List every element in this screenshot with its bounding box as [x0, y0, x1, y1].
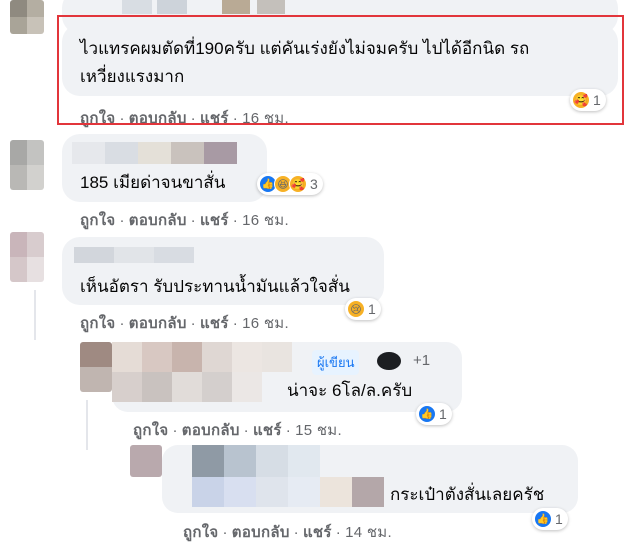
sad-emoji-icon: 😢 [347, 300, 365, 318]
reply-link[interactable]: ตอบกลับ [129, 315, 187, 332]
timestamp[interactable]: 16 ชม. [242, 212, 289, 229]
like-icon: 👍 [418, 405, 436, 423]
like-link[interactable]: ถูกใจ [80, 315, 115, 332]
comment-text: น่าจะ 6โล/ล.ครับ [287, 381, 413, 400]
share-link[interactable]: แชร์ [200, 315, 229, 332]
comment-text: กระเป๋าตังสั่นเลยครัช [390, 485, 545, 504]
share-link[interactable]: แชร์ [253, 422, 282, 439]
like-icon: 👍 [534, 510, 552, 528]
timestamp[interactable]: 15 ชม. [295, 422, 342, 439]
avatar[interactable] [10, 232, 44, 282]
reaction-count: 1 [439, 406, 447, 422]
like-link[interactable]: ถูกใจ [80, 212, 115, 229]
author-name[interactable] [112, 342, 142, 372]
highlight-box [57, 15, 624, 125]
comment-actions: ถูกใจ · ตอบกลับ · แชร์ · 16 ชม. [80, 315, 289, 332]
timestamp[interactable]: 14 ชม. [345, 524, 392, 541]
share-link[interactable]: แชร์ [200, 212, 229, 229]
like-link[interactable]: ถูกใจ [133, 422, 168, 439]
reply-link[interactable]: ตอบกลับ [182, 422, 240, 439]
mutual-friend-icon [377, 352, 401, 370]
reaction-count: 3 [310, 176, 318, 192]
avatar[interactable] [10, 0, 44, 34]
avatar[interactable] [80, 342, 112, 392]
comment-text: เห็นอัตรา รับประทานน้ำมันแล้วใจสั่น [80, 277, 350, 296]
reaction-summary[interactable]: 👍 1 [416, 403, 452, 425]
reaction-count: 1 [555, 511, 563, 527]
avatar[interactable] [130, 445, 162, 477]
timestamp[interactable]: 16 ชม. [242, 315, 289, 332]
author-name[interactable] [72, 142, 105, 164]
reply-link[interactable]: ตอบกลับ [232, 524, 290, 541]
like-link[interactable]: ถูกใจ [183, 524, 218, 541]
share-link[interactable]: แชร์ [303, 524, 332, 541]
care-emoji-icon: 🥰 [289, 175, 307, 193]
comment-actions: ถูกใจ · ตอบกลับ · แชร์ · 14 ชม. [183, 524, 392, 541]
reply-link[interactable]: ตอบกลับ [129, 212, 187, 229]
avatar[interactable] [10, 140, 44, 190]
reaction-count: 1 [368, 301, 376, 317]
comment-actions: ถูกใจ · ตอบกลับ · แชร์ · 15 ชม. [133, 422, 342, 439]
reaction-summary[interactable]: 😢 1 [345, 298, 381, 320]
comment-actions: ถูกใจ · ตอบกลับ · แชร์ · 16 ชม. [80, 212, 289, 229]
thread-line [34, 290, 36, 340]
extra-count: +1 [413, 352, 431, 369]
reaction-summary[interactable]: 👍 😆 🥰 3 [257, 173, 323, 195]
reaction-summary[interactable]: 👍 1 [532, 508, 568, 530]
author-name[interactable] [74, 247, 114, 263]
author-badge: ผู้เขียน [312, 350, 360, 375]
thread-line [86, 400, 88, 450]
author-name[interactable] [192, 445, 224, 477]
comment-text: 185 เมียด่าจนขาสั่น [80, 173, 226, 192]
